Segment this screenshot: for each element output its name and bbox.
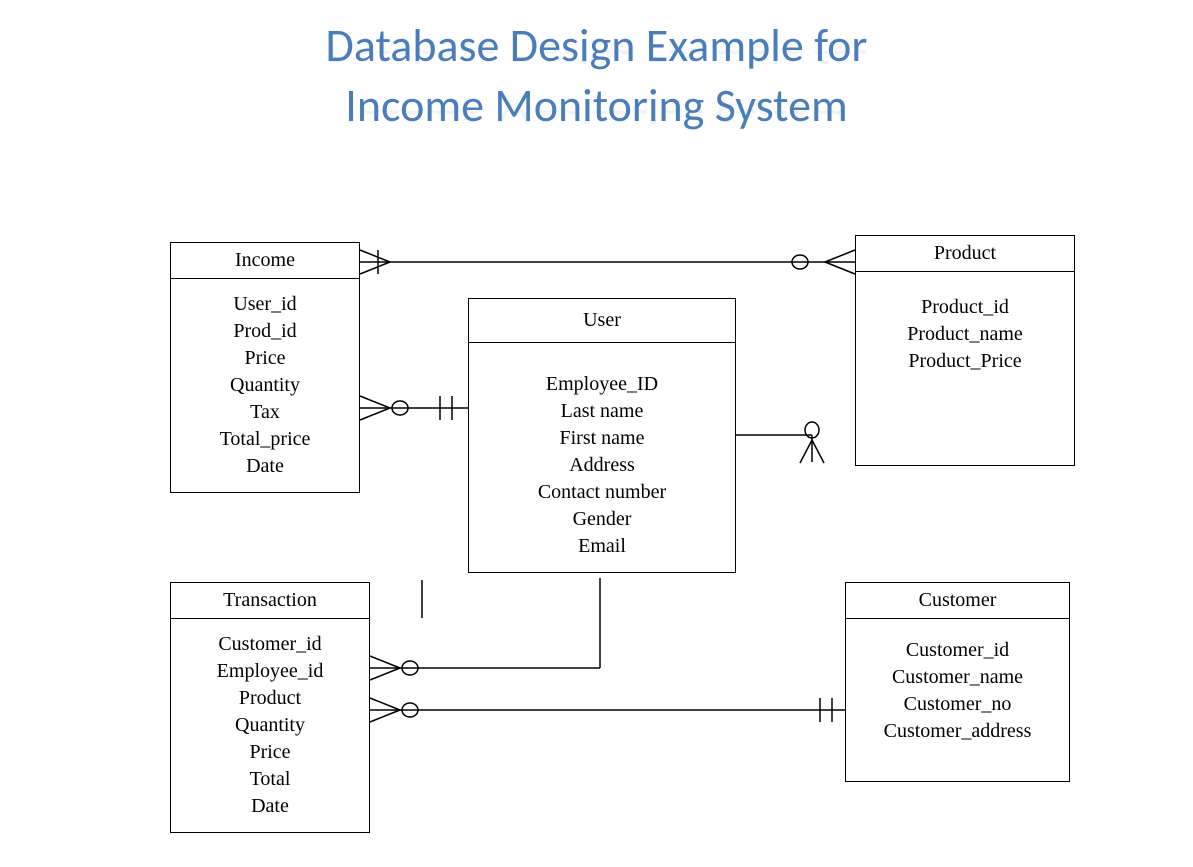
entity-user: User Employee_ID Last name First name Ad…: [468, 298, 736, 573]
product-attr: Product_Price: [870, 348, 1060, 375]
transaction-attr: Quantity: [185, 712, 355, 739]
income-attr: User_id: [185, 291, 345, 318]
income-attr: Price: [185, 345, 345, 372]
user-attr: Address: [483, 452, 721, 479]
income-attr: Total_price: [185, 426, 345, 453]
entity-user-attrs: Employee_ID Last name First name Address…: [469, 343, 735, 572]
user-attr: Contact number: [483, 479, 721, 506]
transaction-attr: Product: [185, 685, 355, 712]
relation-income-product: [360, 250, 855, 274]
entity-product: Product Product_id Product_name Product_…: [855, 235, 1075, 466]
customer-attr: Customer_no: [856, 691, 1059, 718]
transaction-attr: Date: [185, 793, 355, 820]
entity-product-name: Product: [856, 236, 1074, 272]
title-line2: Income Monitoring System: [0, 78, 1193, 136]
transaction-attr: Employee_id: [185, 658, 355, 685]
user-attr: Last name: [483, 398, 721, 425]
entity-income-name: Income: [171, 243, 359, 279]
entity-product-attrs: Product_id Product_name Product_Price: [856, 272, 1074, 465]
entity-customer: Customer Customer_id Customer_name Custo…: [845, 582, 1070, 782]
income-attr: Tax: [185, 399, 345, 426]
income-attr: Quantity: [185, 372, 345, 399]
diagram-subtitle: Income Monitoring System Income Monitori…: [0, 78, 1193, 136]
customer-attr: Customer_address: [856, 718, 1059, 745]
user-attr: Gender: [483, 506, 721, 533]
user-attr: Email: [483, 533, 721, 560]
diagram-title: Database Design Example for Database Des…: [0, 18, 1193, 76]
product-attr: Product_id: [870, 294, 1060, 321]
entity-customer-name: Customer: [846, 583, 1069, 619]
entity-customer-attrs: Customer_id Customer_name Customer_no Cu…: [846, 619, 1069, 781]
entity-user-name: User: [469, 299, 735, 343]
entity-transaction-attrs: Customer_id Employee_id Product Quantity…: [171, 619, 369, 832]
diagram-canvas: Database Design Example for Database Des…: [0, 0, 1193, 867]
relation-product-user: [735, 422, 824, 463]
entity-income: Income User_id Prod_id Price Quantity Ta…: [170, 242, 360, 493]
transaction-attr: Total: [185, 766, 355, 793]
user-attr: Employee_ID: [483, 371, 721, 398]
entity-transaction-name: Transaction: [171, 583, 369, 619]
customer-attr: Customer_id: [856, 637, 1059, 664]
relation-income-user: [360, 396, 468, 420]
user-attr: First name: [483, 425, 721, 452]
transaction-attr: Customer_id: [185, 631, 355, 658]
income-attr: Date: [185, 453, 345, 480]
title-line1: Database Design Example for: [0, 18, 1193, 76]
customer-attr: Customer_name: [856, 664, 1059, 691]
entity-income-attrs: User_id Prod_id Price Quantity Tax Total…: [171, 279, 359, 492]
transaction-attr: Price: [185, 739, 355, 766]
relation-transaction-user: [370, 578, 600, 680]
entity-transaction: Transaction Customer_id Employee_id Prod…: [170, 582, 370, 833]
income-attr: Prod_id: [185, 318, 345, 345]
relation-transaction-customer: [370, 698, 845, 722]
product-attr: Product_name: [870, 321, 1060, 348]
